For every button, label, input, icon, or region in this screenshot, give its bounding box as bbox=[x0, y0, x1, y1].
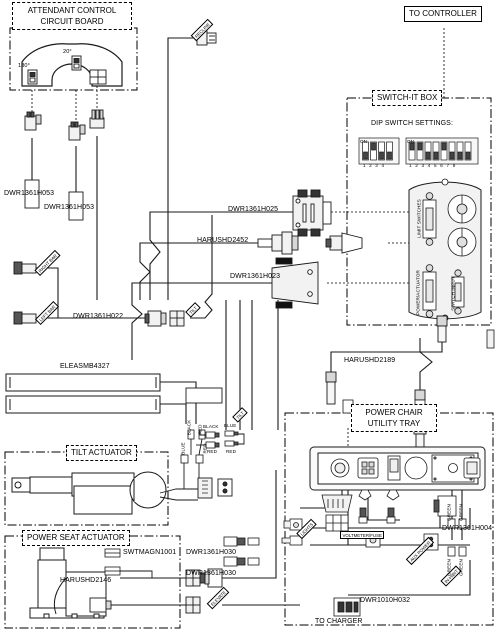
color-red-vertical-2: RED bbox=[202, 443, 208, 454]
part-hd2146-label: HARUSHD2146 bbox=[60, 577, 112, 584]
color-red-vertical: RED bbox=[197, 424, 203, 435]
part-h030-top-label: DWR1361H030 bbox=[186, 549, 237, 556]
eleasmb-bars bbox=[5, 373, 161, 414]
color-green-3: GREEN bbox=[446, 559, 452, 576]
color-red-b: RED bbox=[226, 449, 236, 454]
splice-red-red bbox=[205, 440, 239, 449]
power-seat-actuator-caption: POWER SEAT ACTUATOR bbox=[22, 530, 130, 546]
dial-upper bbox=[447, 194, 477, 224]
connector-seat-c bbox=[185, 596, 201, 614]
eleasm-junction-block bbox=[185, 387, 223, 404]
attendant-control-caption: ATTENDANT CONTROL CIRCUIT BOARD bbox=[12, 2, 132, 30]
tray-caption-line2: UTILITY TRAY bbox=[367, 419, 421, 428]
wire-hd2452 bbox=[139, 242, 258, 300]
dial-lower bbox=[447, 227, 477, 257]
part-h022-label: DWR1361H022 bbox=[73, 313, 124, 320]
dip-bank2-on-label: ON bbox=[407, 139, 415, 144]
color-blue-top: BLUE bbox=[224, 423, 237, 428]
switch-it-box-caption: SWITCH-IT BOX bbox=[372, 90, 443, 106]
dip-bank1-on-label: ON bbox=[360, 139, 368, 144]
tray-fuse-2 bbox=[386, 507, 396, 524]
part-h023-label: DWR1361H023 bbox=[230, 273, 281, 280]
tray-green-connector bbox=[433, 495, 457, 517]
tray-caption-line1: POWER CHAIR bbox=[365, 408, 423, 417]
attendant-control-line2: CIRCUIT BOARD bbox=[40, 17, 104, 26]
to-controller-caption: TO CONTROLLER bbox=[404, 6, 482, 22]
connector-h025-dsub bbox=[292, 189, 332, 237]
connector-h030-top bbox=[223, 536, 260, 547]
part-hd2452-label: HARUSHD2452 bbox=[197, 237, 249, 244]
dip-switch-banks bbox=[358, 137, 479, 165]
connector-h053-right bbox=[89, 109, 105, 129]
connector-right-bar bbox=[13, 261, 37, 275]
tag-voltmeter-fuse: VOLTMETER/FUSE bbox=[340, 531, 385, 539]
part-h053-left-label: DWR1361H053 bbox=[4, 190, 55, 197]
port-limit-switches-label: LIMIT SWITCHES bbox=[416, 199, 422, 238]
tilt-actuator-caption: TILT ACTUATOR bbox=[66, 445, 137, 461]
color-red-a: RED bbox=[207, 449, 217, 454]
port-limit-switches bbox=[422, 192, 437, 246]
angle-180-label: 180° bbox=[18, 63, 30, 69]
angle-20-label: 20° bbox=[63, 49, 72, 55]
color-green-4: GREEN bbox=[458, 559, 464, 576]
connector-h053-left bbox=[24, 111, 42, 131]
part-h030-bottom-label: DWR1361H030 bbox=[186, 570, 237, 577]
port-power-actuator-label: POWER/ACTUATOR bbox=[415, 270, 421, 315]
charger-connector bbox=[333, 597, 361, 617]
connector-h053-mid bbox=[68, 121, 86, 141]
color-green-2: GREEN bbox=[458, 504, 464, 521]
wire-eleasm-bot bbox=[160, 403, 187, 424]
lights-connector bbox=[283, 518, 303, 531]
tray-spade-2 bbox=[386, 489, 400, 501]
power-chair-tray-caption: POWER CHAIR UTILITY TRAY bbox=[351, 404, 437, 432]
port-switch-input-label: SWITCH INPUT bbox=[450, 276, 456, 311]
dip-bank1-numbers: 1234 bbox=[363, 163, 388, 168]
wire-hd2189b bbox=[419, 351, 433, 390]
part-swtmagn-label: SWTMAGN1001 bbox=[123, 549, 177, 556]
connector-hd2452-male bbox=[257, 231, 299, 255]
wire-recline bbox=[167, 37, 197, 300]
connector-h023-dsub bbox=[271, 257, 319, 309]
part-h053-mid-label: DWR1361H053 bbox=[44, 204, 95, 211]
box-screw-top bbox=[441, 178, 449, 186]
to-charger-label: TO CHARGER bbox=[315, 618, 363, 625]
tray-meter-face bbox=[404, 456, 428, 480]
connector-left-bar bbox=[13, 311, 37, 325]
color-blue-vertical: BLUE bbox=[180, 442, 186, 455]
connector-hd2452-female bbox=[325, 232, 363, 254]
attendant-control-line1: ATTENDANT CONTROL bbox=[27, 6, 117, 15]
tray-dsub-connector bbox=[321, 494, 353, 513]
dip-bank2-numbers: 12345678 bbox=[409, 163, 460, 168]
color-black-vertical: BLACK bbox=[186, 419, 192, 436]
splice-black-blue bbox=[205, 430, 239, 439]
port-power-actuator bbox=[422, 264, 437, 318]
connector-h030-bottom bbox=[223, 556, 260, 567]
connector-hd2189-right bbox=[436, 315, 448, 343]
tilt-actuator-shape bbox=[11, 471, 167, 515]
connector-seat-d bbox=[89, 597, 112, 613]
connector-h022-b bbox=[169, 310, 185, 327]
wire-hd2189 bbox=[330, 338, 421, 372]
tray-spade-1 bbox=[358, 489, 372, 501]
part-h032-label: DWR1010H032 bbox=[360, 597, 411, 604]
tilt-mating-connector bbox=[217, 478, 233, 497]
color-black-top: BLACK bbox=[203, 424, 219, 429]
tray-block-connector bbox=[325, 514, 349, 532]
connector-hd2189-left bbox=[325, 371, 337, 405]
part-eleasmb-label: ELEASMB4327 bbox=[60, 363, 110, 370]
color-green-1: GREEN bbox=[446, 504, 452, 521]
tray-socket-rect bbox=[357, 457, 379, 479]
part-h004-label: DWR1361H004 bbox=[442, 525, 493, 532]
tray-fuse-1 bbox=[358, 507, 368, 524]
part-h025-label: DWR1361H025 bbox=[228, 206, 279, 213]
switch-box-cable-stub bbox=[486, 329, 495, 349]
dip-switch-heading: DIP SWITCH SETTINGS: bbox=[371, 120, 453, 127]
part-hd2189-label: HARUSHD2189 bbox=[344, 357, 396, 364]
connector-h022-a bbox=[144, 310, 167, 327]
